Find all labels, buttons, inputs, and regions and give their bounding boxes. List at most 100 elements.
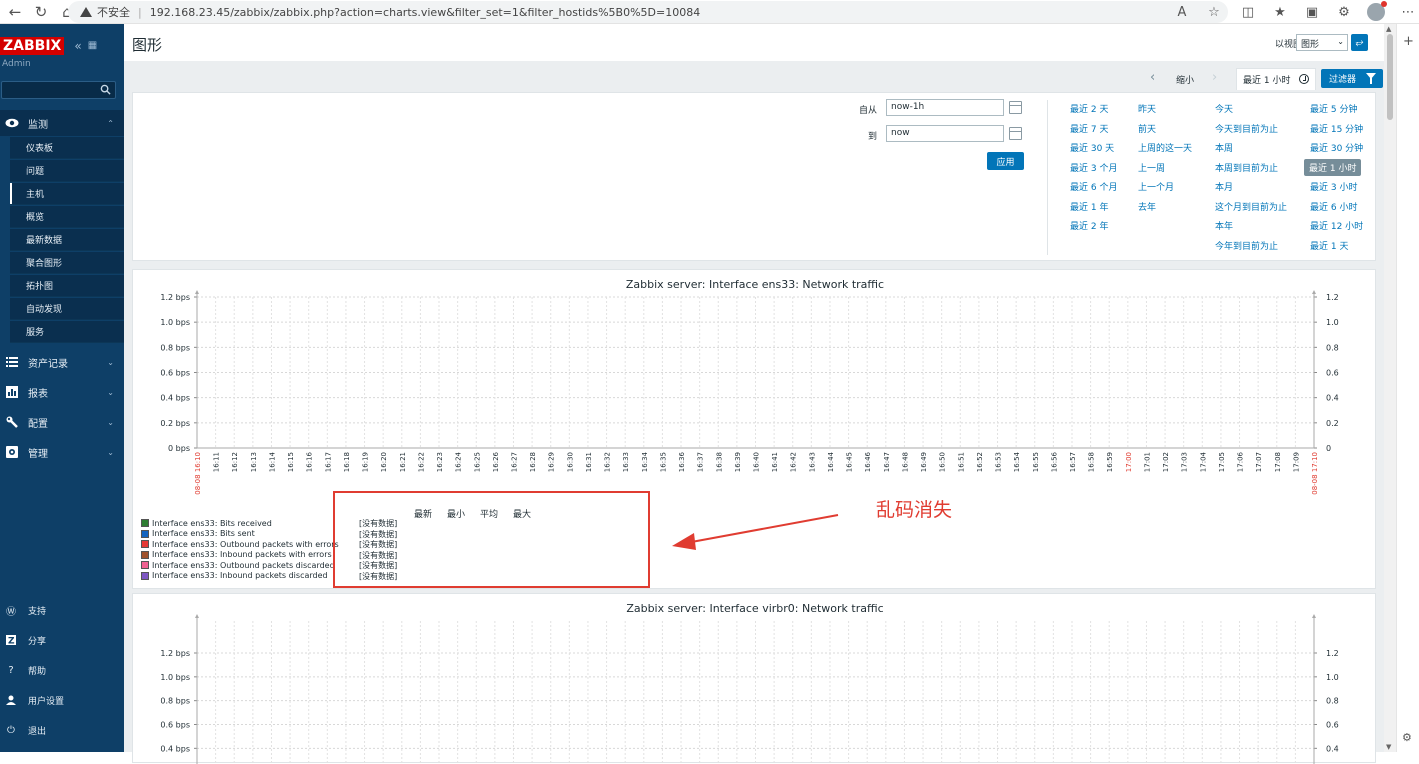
submenu-latest-data[interactable]: 最新数据 [10,229,124,251]
quick-last-1-year[interactable]: 最近 1 年 [1070,200,1108,213]
reload-icon[interactable]: ↻ [30,1,52,23]
legend-item-name: Interface ens33: Bits sent [152,529,255,538]
quick-this-day-last-week[interactable]: 上周的这一天 [1138,141,1192,154]
menu-reports-label: 报表 [28,388,48,400]
kiosk-icon[interactable]: ▦ [88,40,97,51]
fullscreen-button[interactable]: ⥂ [1351,34,1368,51]
profile-icon[interactable] [1366,1,1387,22]
quick-yesterday[interactable]: 昨天 [1138,102,1156,115]
quick-last-15-minutes[interactable]: 最近 15 分钟 [1310,122,1363,135]
quick-last-6-months[interactable]: 最近 6 个月 [1070,180,1117,193]
quick-last-12-hours[interactable]: 最近 12 小时 [1310,219,1363,232]
menu-inventory[interactable]: 资产记录 ⌄ [0,349,124,375]
submenu-overview[interactable]: 概览 [10,206,124,228]
annotation-text: 乱码消失 [876,499,953,521]
to-input[interactable]: now [886,125,1004,142]
x-tick-label: 16:38 [715,452,723,472]
search-icon[interactable] [100,84,111,95]
quick-this-year-so-far[interactable]: 今年到目前为止 [1215,239,1278,252]
user-name: Admin [2,59,31,69]
collections-icon[interactable]: ▣ [1302,2,1322,22]
quick-last-30-days[interactable]: 最近 30 天 [1070,141,1114,154]
submenu-discovery[interactable]: 自动发现 [10,298,124,320]
quick-previous-week[interactable]: 上一周 [1138,161,1165,174]
back-icon[interactable]: ← [4,1,26,23]
quick-day-before-yesterday[interactable]: 前天 [1138,122,1156,135]
quick-this-month[interactable]: 本月 [1215,180,1233,193]
legend-swatch [141,529,149,538]
split-screen-icon[interactable]: ◫ [1238,2,1258,22]
prev-period-icon[interactable]: ‹ [1150,70,1155,85]
y-tick-label-right: 0.8 [1326,343,1339,352]
sidebar-signout[interactable]: ⏻ 退出 [0,719,124,741]
collapse-sidebar-icon[interactable]: « [74,39,81,53]
menu-monitoring[interactable]: 监测 ⌃ [0,110,124,136]
submenu-dashboard[interactable]: 仪表板 [10,137,124,159]
power-icon: ⏻ [7,724,15,736]
read-aloud-icon[interactable]: A [1172,2,1192,22]
next-period-icon[interactable]: › [1212,70,1217,85]
quick-last-30-minutes[interactable]: 最近 30 分钟 [1310,141,1363,154]
from-input[interactable]: now-1h [886,99,1004,116]
view-as-select[interactable]: 图形 ⌄ [1296,34,1348,51]
quick-last-3-hours[interactable]: 最近 3 小时 [1310,180,1357,193]
search-input[interactable] [1,81,116,99]
quick-today-so-far[interactable]: 今天到目前为止 [1215,122,1278,135]
tab-time-range[interactable]: 最近 1 小时 [1236,68,1316,90]
submenu-screens[interactable]: 聚合图形 [10,252,124,274]
menu-configuration[interactable]: 配置 ⌄ [0,409,124,435]
calendar-icon[interactable] [1009,101,1022,114]
menu-administration[interactable]: 管理 ⌄ [0,439,124,465]
quick-this-year[interactable]: 本年 [1215,219,1233,232]
favorites-icon[interactable]: ★ [1270,2,1290,22]
quick-last-7-days[interactable]: 最近 7 天 [1070,122,1108,135]
menu-reports[interactable]: 报表 ⌄ [0,379,124,405]
star-icon[interactable]: ☆ [1204,2,1224,22]
submenu-maps[interactable]: 拓扑图 [10,275,124,297]
quick-this-month-so-far[interactable]: 这个月到目前为止 [1215,200,1287,213]
quick-last-1-day[interactable]: 最近 1 天 [1310,239,1348,252]
submenu-hosts[interactable]: 主机 [10,183,124,205]
filter-button[interactable]: 过滤器 [1321,69,1383,88]
add-icon[interactable]: + [1403,34,1414,49]
quick-today[interactable]: 今天 [1215,102,1233,115]
axis-arrow [1312,614,1316,618]
submenu-services[interactable]: 服务 [10,321,124,343]
submenu-problems[interactable]: 问题 [10,160,124,182]
settings-icon[interactable]: ⚙ [1402,731,1412,744]
x-tick-label: 16:36 [678,451,686,472]
sidebar-user-settings[interactable]: 用户设置 [0,689,124,711]
legend-item-value: [没有数据] [359,571,398,581]
scrollbar-thumb[interactable] [1387,34,1393,120]
calendar-icon[interactable] [1009,127,1022,140]
scrollbar[interactable]: ▲ ▼ [1384,24,1396,752]
quick-previous-year[interactable]: 去年 [1138,200,1156,213]
apply-button[interactable]: 应用 [987,152,1024,170]
scroll-up-icon[interactable]: ▲ [1386,25,1391,33]
quick-last-2-days[interactable]: 最近 2 天 [1070,102,1108,115]
zoom-out-button[interactable]: 缩小 [1176,73,1194,86]
chevron-up-icon: ⌃ [107,118,114,128]
quick-this-week[interactable]: 本周 [1215,141,1233,154]
sidebar-share[interactable]: Z 分享 [0,629,124,651]
quick-last-5-minutes[interactable]: 最近 5 分钟 [1310,102,1357,115]
clock-icon [1299,74,1309,84]
sidebar-help[interactable]: ? 帮助 [0,659,124,681]
quick-last-3-months[interactable]: 最近 3 个月 [1070,161,1117,174]
quick-this-week-so-far[interactable]: 本周到目前为止 [1215,161,1278,174]
zabbix-logo[interactable]: ZABBIX [0,36,65,55]
quick-previous-month[interactable]: 上一个月 [1138,180,1174,193]
x-tick-label: 16:44 [827,451,835,472]
more-icon[interactable]: ⋯ [1398,2,1418,22]
address-bar[interactable]: 不安全 | 192.168.23.45/zabbix/zabbix.php?ac… [68,1,1228,23]
menu-inventory-label: 资产记录 [28,358,68,370]
x-tick-label: 16:19 [362,452,370,472]
network-traffic-chart[interactable]: 0.2 bps0.20.4 bps0.40.6 bps0.60.8 bps0.8… [133,594,1377,764]
legend-item-value: [没有数据] [359,540,398,549]
quick-last-6-hours[interactable]: 最近 6 小时 [1310,200,1357,213]
extensions-icon[interactable]: ⚙ [1334,2,1354,22]
quick-last-1-hour[interactable]: 最近 1 小时 [1304,159,1362,176]
scroll-down-icon[interactable]: ▼ [1386,743,1391,751]
sidebar-support[interactable]: Ⓦ 支持 [0,599,124,621]
quick-last-2-years[interactable]: 最近 2 年 [1070,219,1108,232]
